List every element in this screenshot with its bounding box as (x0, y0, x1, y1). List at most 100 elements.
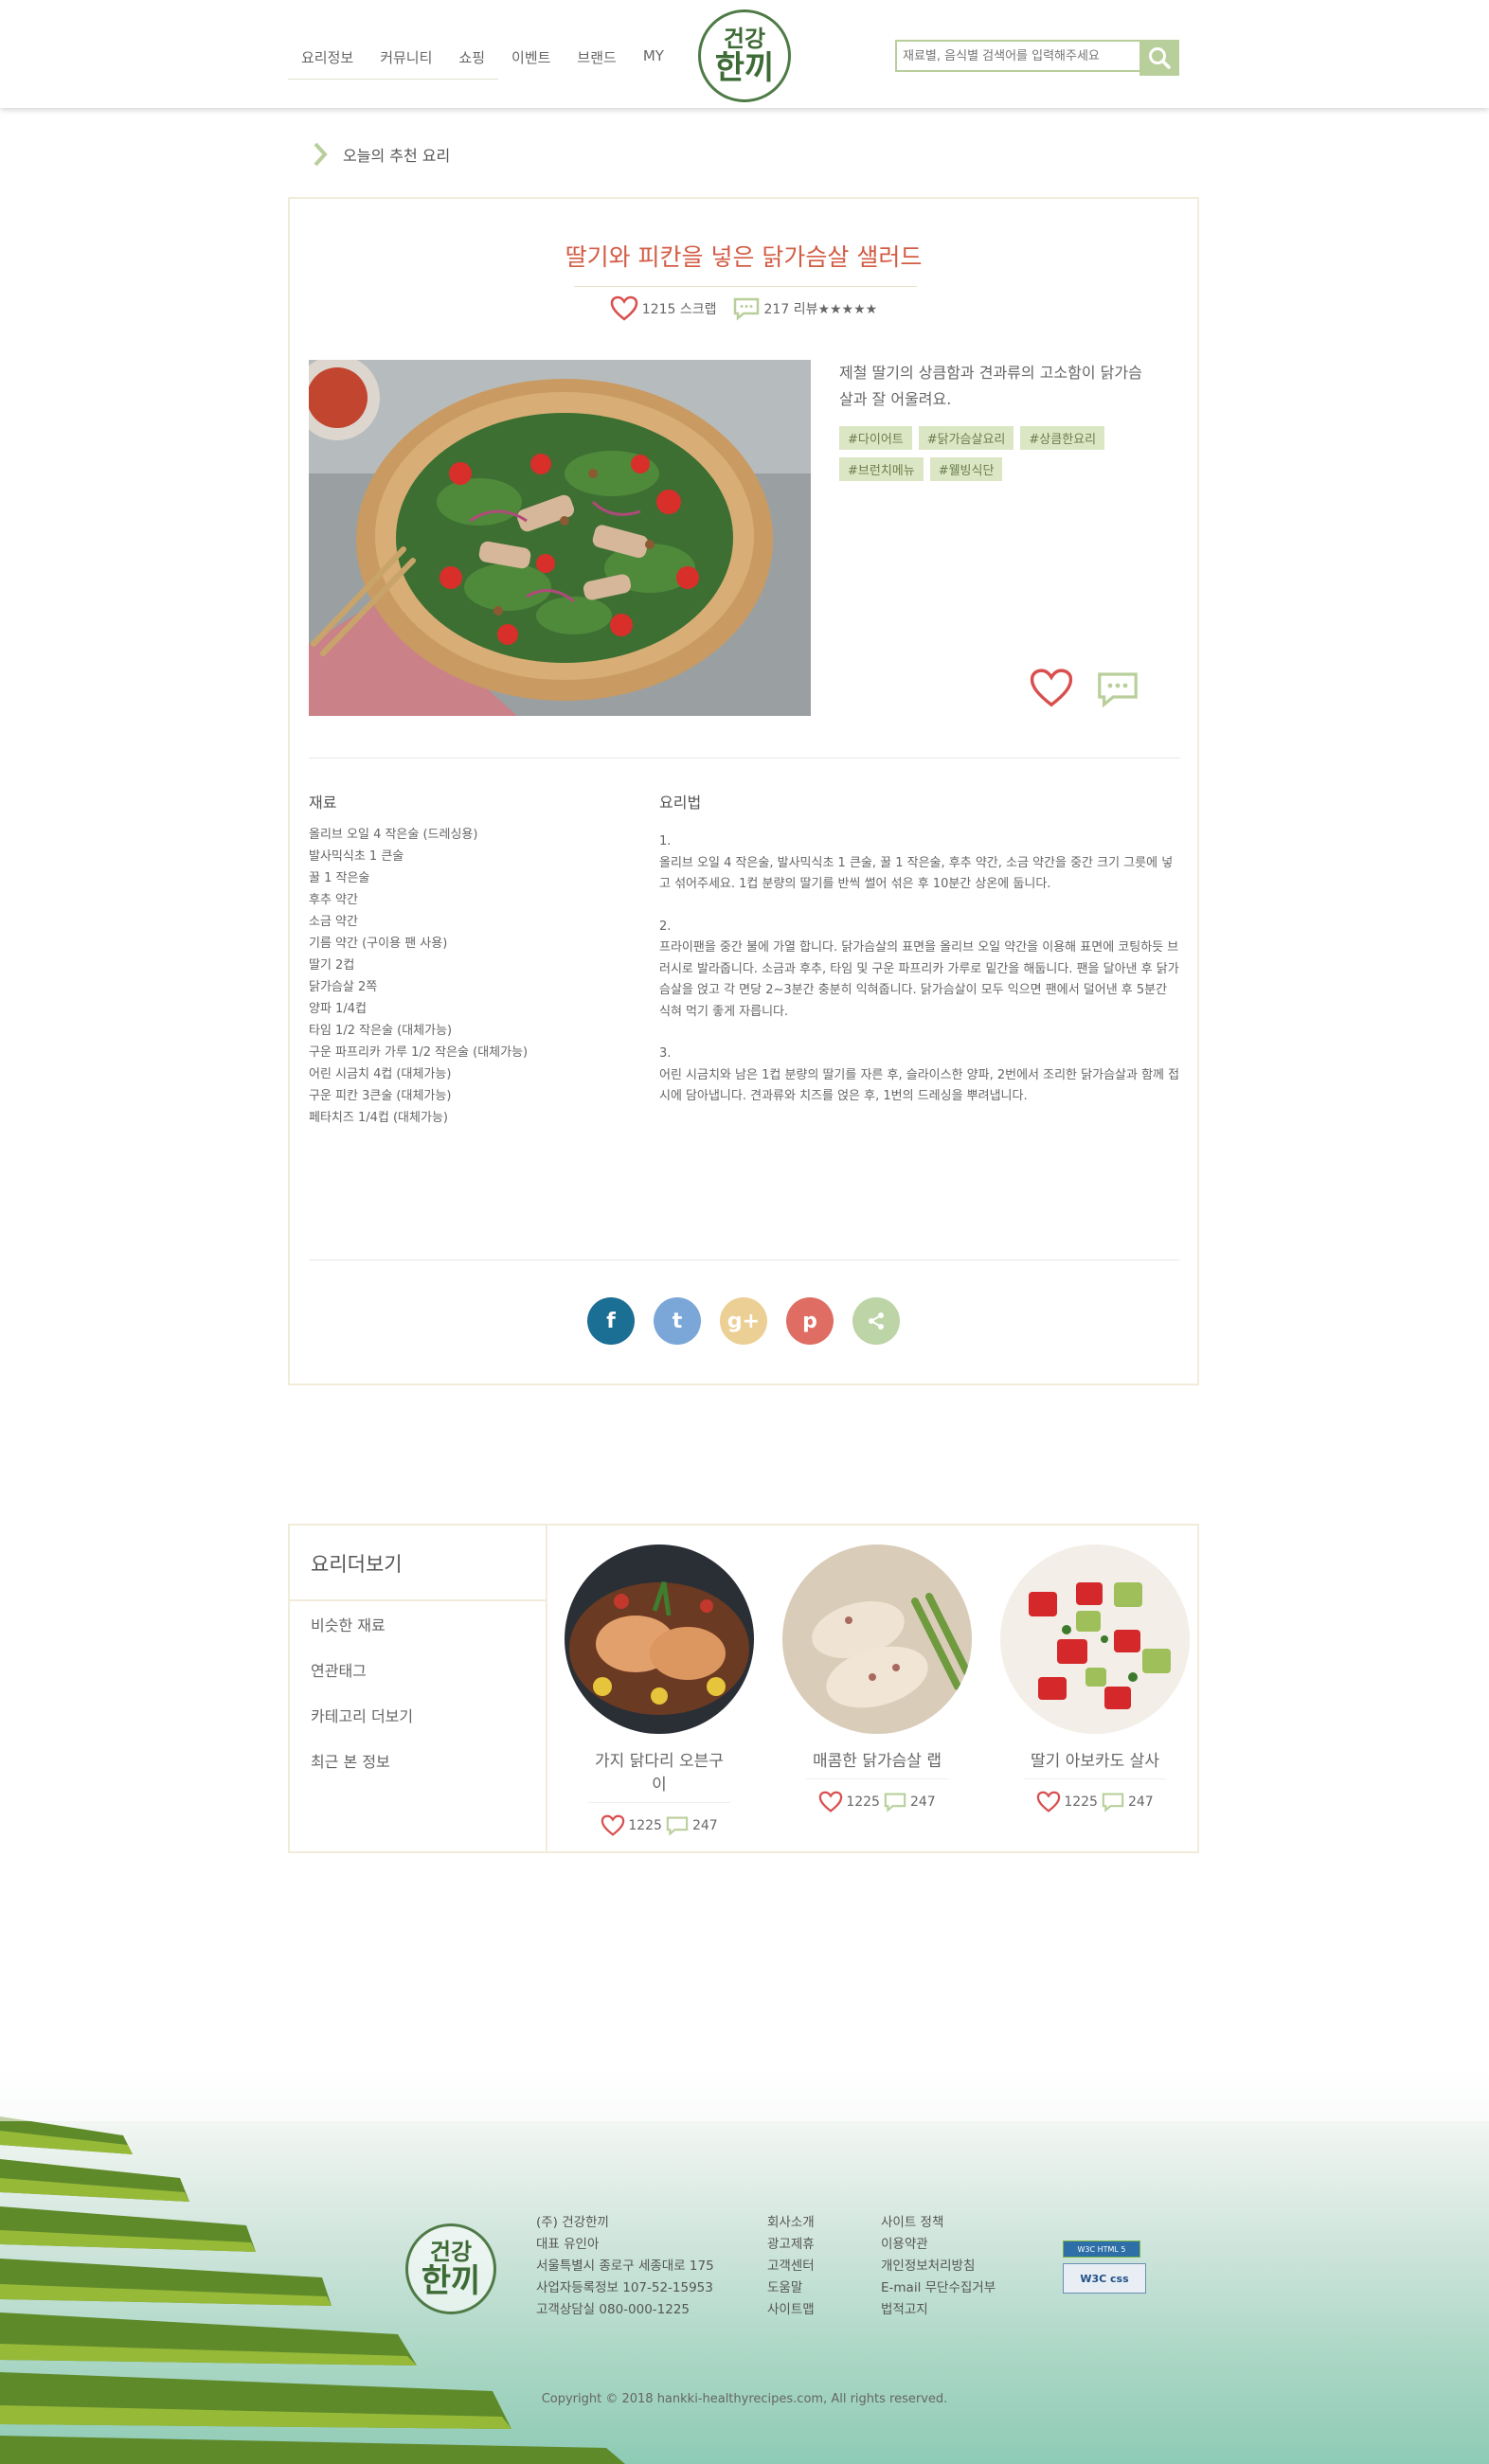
twitter-share-button[interactable]: t (654, 1297, 701, 1345)
search-input[interactable] (895, 40, 1139, 72)
step-text: 어린 시금치와 남은 1컵 분량의 딸기를 자른 후, 슬라이스한 양파, 2번… (659, 1067, 1180, 1104)
footer-link-about[interactable]: 회사소개 (767, 2212, 815, 2234)
method-steps: 1. 올리브 오일 4 작은술, 발사믹식초 1 큰술, 꿀 1 작은술, 후추… (659, 831, 1182, 1129)
comment-button[interactable] (1095, 669, 1140, 714)
ingredient-item: 올리브 오일 4 작은술 (드레싱용) (309, 828, 478, 842)
review-stat[interactable]: 217 리뷰★★★★★ (732, 296, 878, 321)
recipe-thumbnail[interactable] (565, 1544, 754, 1734)
w3c-css-badge[interactable]: W3C css (1063, 2263, 1146, 2294)
footer-link-support[interactable]: 고객센터 (767, 2256, 815, 2277)
tag-chip[interactable]: #웰빙식단 (929, 457, 1003, 481)
nav-item-recipe-info[interactable]: 요리정보 (288, 44, 368, 80)
footer-links-1: 회사소개 광고제휴 고객센터 도움말 사이트맵 (767, 2212, 815, 2321)
ingredient-item: 꿀 1 작은술 (309, 871, 370, 885)
more-recipes-title: 요리더보기 (311, 1553, 403, 1576)
main-nav: 요리정보 커뮤니티 쇼핑 이벤트 브랜드 MY (288, 44, 677, 80)
google-plus-share-button[interactable]: g+ (720, 1297, 767, 1345)
nav-item-shopping[interactable]: 쇼핑 (445, 44, 499, 80)
footer-link-help[interactable]: 도움말 (767, 2277, 815, 2299)
ingredient-item: 발사믹식초 1 큰술 (309, 849, 404, 864)
tag-chip[interactable]: #상큼한요리 (1020, 426, 1105, 450)
like-count: 1225 (628, 1818, 662, 1833)
site-logo[interactable]: 건강 한끼 (698, 9, 791, 102)
comment-icon (884, 1793, 906, 1812)
footer-link-email-refusal[interactable]: E-mail 무단수집거부 (881, 2277, 996, 2299)
section-divider (309, 1259, 1180, 1260)
facebook-share-button[interactable]: f (587, 1297, 635, 1345)
more-nav-category[interactable]: 카테고리 더보기 (311, 1704, 413, 1749)
recipe-thumbnail[interactable] (782, 1544, 972, 1734)
ingredient-item: 타임 1/2 작은술 (대체가능) (309, 1024, 453, 1038)
ingredient-item: 페타치즈 1/4컵 (대체가능) (309, 1111, 448, 1125)
tag-chip[interactable]: #다이어트 (839, 426, 912, 450)
company-registration: 사업자등록정보 107-52-15953 (536, 2280, 713, 2295)
copyright: Copyright © 2018 hankki-healthyrecipes.c… (541, 2392, 948, 2406)
ingredient-item: 어린 시금치 4컵 (대체가능) (309, 1067, 452, 1081)
w3c-html-badge[interactable]: W3C HTML 5 (1063, 2241, 1140, 2258)
footer-logo[interactable]: 건강 한끼 (405, 2223, 496, 2314)
ingredient-item: 구운 파프리카 가루 1/2 작은술 (대체가능) (309, 1045, 529, 1060)
footer-links-2: 사이트 정책 이용약관 개인정보처리방침 E-mail 무단수집거부 법적고지 (881, 2212, 996, 2321)
ingredients-list: 올리브 오일 4 작은술 (드레싱용) 발사믹식초 1 큰술 꿀 1 작은술 후… (309, 824, 528, 1129)
step-number: 2. (659, 919, 672, 934)
footer-link-privacy[interactable]: 개인정보처리방침 (881, 2256, 996, 2277)
facebook-icon: f (606, 1309, 616, 1333)
recipe-name[interactable]: 매콤한 닭가슴살 랩 (806, 1747, 948, 1779)
step-number: 3. (659, 1046, 672, 1061)
tag-chip[interactable]: #브런치메뉴 (839, 457, 924, 481)
recipe-photo (309, 360, 811, 716)
recipe-stats: 1225 247 (778, 1791, 977, 1813)
recipe-meta: 1215 스크랩 217 리뷰★★★★★ (290, 295, 1197, 322)
logo-line2: 한끼 (421, 2262, 481, 2300)
comment-icon (733, 297, 759, 321)
recipe-thumbnail[interactable] (1000, 1544, 1190, 1734)
method-step: 1. 올리브 오일 4 작은술, 발사믹식초 1 큰술, 꿀 1 작은술, 후추… (659, 831, 1182, 896)
w3c-css-badge-text: W3C css (1080, 2272, 1129, 2285)
more-nav-related-tags[interactable]: 연관태그 (311, 1658, 413, 1704)
recipe-name[interactable]: 가지 닭다리 오븐구이 (588, 1747, 730, 1803)
nav-item-brand[interactable]: 브랜드 (564, 44, 629, 80)
step-number: 1. (659, 834, 672, 848)
more-nav-recently-viewed[interactable]: 최근 본 정보 (311, 1749, 413, 1794)
recipe-stats: 1225 247 (560, 1814, 759, 1837)
share-icon (869, 1312, 884, 1330)
breadcrumb-label: 오늘의 추천 요리 (343, 147, 451, 165)
site-footer: 건강 한끼 (주) 건강한끼 대표 유인아 서울특별시 종로구 세종대로 175… (0, 2064, 1489, 2464)
search-button[interactable] (1139, 40, 1179, 76)
ingredients-heading: 재료 (309, 794, 337, 812)
review-count: 217 리뷰★★★★★ (763, 302, 878, 317)
recipe-name[interactable]: 딸기 아보카도 살사 (1024, 1747, 1166, 1779)
recipe-card-small[interactable]: 딸기 아보카도 살사 1225 247 (996, 1544, 1194, 1813)
more-nav-similar-ingredients[interactable]: 비슷한 재료 (311, 1613, 413, 1658)
footer-link-legal[interactable]: 법적고지 (881, 2299, 996, 2321)
tag-chip[interactable]: #닭가슴살요리 (918, 426, 1014, 450)
chicken-wrap-image (782, 1544, 972, 1734)
footer-link-terms[interactable]: 이용약관 (881, 2234, 996, 2256)
nav-item-my[interactable]: MY (630, 44, 677, 80)
tag-list: #다이어트 #닭가슴살요리 #상큼한요리 #브런치메뉴 #웰빙식단 (839, 426, 1142, 481)
footer-link-policy[interactable]: 사이트 정책 (881, 2212, 996, 2234)
heart-icon (601, 1814, 625, 1836)
ingredient-item: 기름 약간 (구이용 팬 사용) (309, 937, 448, 951)
comment-count: 247 (1127, 1794, 1154, 1810)
comment-count: 247 (691, 1818, 718, 1833)
footer-link-sitemap[interactable]: 사이트맵 (767, 2299, 815, 2321)
footer-link-ads[interactable]: 광고제휴 (767, 2234, 815, 2256)
scrap-stat[interactable]: 1215 스크랩 (610, 295, 717, 322)
recipe-stats: 1225 247 (996, 1791, 1194, 1813)
recipe-card-small[interactable]: 가지 닭다리 오븐구이 1225 247 (560, 1544, 759, 1837)
like-button[interactable] (1029, 668, 1074, 713)
recipe-card-small[interactable]: 매콤한 닭가슴살 랩 1225 247 (778, 1544, 977, 1813)
like-count: 1225 (1064, 1794, 1098, 1810)
recipe-card: 딸기와 피칸을 넣은 닭가슴살 샐러드 1215 스크랩 217 리뷰★★★★★ (288, 197, 1199, 1385)
pinterest-share-button[interactable]: p (786, 1297, 834, 1345)
company-info: (주) 건강한끼 대표 유인아 서울특별시 종로구 세종대로 175 사업자등록… (536, 2212, 714, 2321)
share-buttons: f t g+ p (290, 1297, 1197, 1345)
heart-icon (1030, 669, 1073, 707)
ingredient-item: 구운 피칸 3큰술 (대체가능) (309, 1089, 452, 1103)
share-button[interactable] (852, 1297, 900, 1345)
site-header: 요리정보 커뮤니티 쇼핑 이벤트 브랜드 MY 건강 한끼 (0, 0, 1489, 108)
nav-item-event[interactable]: 이벤트 (498, 44, 564, 80)
nav-item-community[interactable]: 커뮤니티 (367, 44, 446, 80)
ingredient-item: 양파 1/4컵 (309, 1002, 367, 1016)
